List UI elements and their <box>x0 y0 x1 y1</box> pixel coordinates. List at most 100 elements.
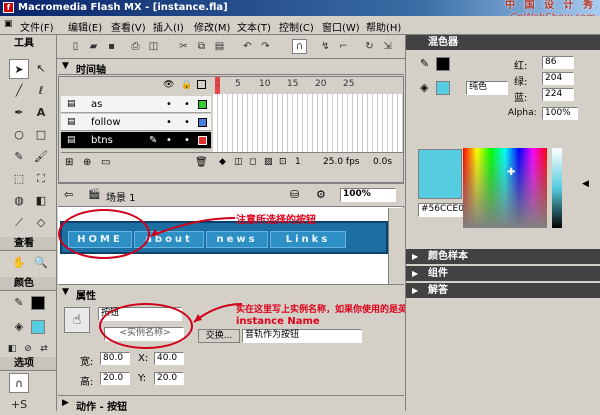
mixer-arrow-icon[interactable]: ◀ <box>582 179 589 189</box>
brush-tool-icon[interactable]: 🖌 <box>31 147 51 167</box>
snap-magnet-icon[interactable]: ∩ <box>292 39 307 54</box>
mixer-fill-swatch[interactable] <box>436 81 450 95</box>
fill-transform-icon[interactable]: ⛶ <box>31 169 51 189</box>
fill-type-select[interactable]: 纯色 <box>466 81 508 95</box>
lock-dot[interactable]: • <box>184 96 190 113</box>
outline-icon[interactable] <box>197 80 206 89</box>
menu-insert[interactable]: 插入(I) <box>153 19 184 34</box>
layer-color[interactable] <box>198 100 207 109</box>
collapse-icon[interactable]: ▼ <box>62 287 69 297</box>
open-folder-icon[interactable]: ▰ <box>86 39 101 54</box>
eyedropper-icon[interactable]: ⟋ <box>9 213 29 233</box>
add-folder-icon[interactable]: ▭ <box>101 157 110 168</box>
layer-row-follow[interactable]: ▤ follow • • <box>61 114 211 131</box>
frame-grid[interactable] <box>213 94 403 152</box>
lock-dot[interactable]: • <box>184 114 190 131</box>
components-panel[interactable]: ▶ 组件 <box>406 266 600 281</box>
edit-multiple-icon[interactable]: ▧ <box>264 157 273 167</box>
snap-option-icon[interactable]: ∩ <box>9 373 29 393</box>
edit-scene-icon[interactable]: ⛁ <box>290 188 299 201</box>
swatches-panel[interactable]: ▶ 颜色样本 <box>406 249 600 264</box>
cut-icon[interactable]: ✂ <box>176 39 191 54</box>
add-layer-icon[interactable]: ⊞ <box>65 157 73 168</box>
smooth-option-icon[interactable]: +S <box>9 395 29 415</box>
straighten-icon[interactable]: ⌐ <box>336 39 351 54</box>
onion-outline-icon[interactable]: ◻ <box>249 157 256 167</box>
brightness-slider[interactable] <box>552 148 562 228</box>
zoom-tool-icon[interactable]: 🔍 <box>31 253 51 273</box>
copy-icon[interactable]: ⧉ <box>194 39 209 54</box>
height-input[interactable]: 20.0 <box>100 372 130 385</box>
collapse-icon[interactable]: ▼ <box>62 61 69 71</box>
y-input[interactable]: 20.0 <box>154 372 184 385</box>
fill-color-icon[interactable]: ◈ <box>9 317 29 337</box>
stroke-color-swatch[interactable] <box>31 296 45 310</box>
hand-tool-icon[interactable]: ✋ <box>9 253 29 273</box>
menu-control[interactable]: 控制(C) <box>279 19 314 34</box>
delete-layer-icon[interactable]: 🗑 <box>195 157 208 168</box>
visible-dot[interactable]: • <box>166 132 172 149</box>
scale-icon[interactable]: ⇲ <box>380 39 395 54</box>
stroke-color-icon[interactable]: ✎ <box>9 293 29 313</box>
menu-file[interactable]: 文件(F) <box>20 19 54 34</box>
ink-bottle-icon[interactable]: ◍ <box>9 191 29 211</box>
menu-text[interactable]: 文本(T) <box>237 19 271 34</box>
answers-panel[interactable]: ▶ 解答 <box>406 283 600 298</box>
color-spectrum[interactable] <box>463 148 547 228</box>
free-transform-icon[interactable]: ⬚ <box>9 169 29 189</box>
x-input[interactable]: 40.0 <box>154 352 184 365</box>
lock-icon[interactable]: 🔒 <box>181 80 192 90</box>
swap-colors-icon[interactable]: ⇄ <box>36 339 52 359</box>
onion-markers-icon[interactable]: ⊡ <box>279 157 287 167</box>
back-arrow-icon[interactable]: ⇦ <box>64 188 73 201</box>
layer-row-as[interactable]: ▤ as • • <box>61 96 211 113</box>
arrow-tool-icon[interactable]: ➤ <box>9 59 29 79</box>
visible-dot[interactable]: • <box>166 114 172 131</box>
rectangle-tool-icon[interactable]: □ <box>31 125 51 145</box>
layer-color[interactable] <box>198 136 207 145</box>
color-mixer-header[interactable]: 混色器 <box>406 35 600 50</box>
blue-input[interactable]: 224 <box>542 88 574 101</box>
menu-window[interactable]: 窗口(W) <box>322 19 360 34</box>
save-icon[interactable]: ▪ <box>104 39 119 54</box>
menu-modify[interactable]: 修改(M) <box>194 19 230 34</box>
add-guide-icon[interactable]: ⊕ <box>83 157 91 168</box>
eye-icon[interactable]: 👁 <box>163 80 174 90</box>
pen-tool-icon[interactable]: ✒ <box>9 103 29 123</box>
visible-dot[interactable]: • <box>166 96 172 113</box>
actions-bar[interactable]: ▶ 动作 - 按钮 <box>58 395 404 413</box>
eraser-icon[interactable]: ◇ <box>31 213 51 233</box>
print-icon[interactable]: ⎙ <box>128 39 143 54</box>
paint-bucket-icon[interactable]: ◧ <box>31 191 51 211</box>
doc-icon[interactable]: ▣ <box>4 19 13 29</box>
rotate-icon[interactable]: ↻ <box>362 39 377 54</box>
fill-color-swatch[interactable] <box>31 320 45 334</box>
paste-icon[interactable]: ▤ <box>212 39 227 54</box>
text-tool-icon[interactable]: A <box>31 103 51 123</box>
hex-input[interactable]: #56CCE0 <box>418 203 464 217</box>
zoom-select[interactable]: 100% <box>340 188 396 202</box>
subselect-tool-icon[interactable]: ↖ <box>31 59 51 79</box>
lasso-tool-icon[interactable]: ℓ <box>31 81 51 101</box>
menu-help[interactable]: 帮助(H) <box>366 19 401 34</box>
print-preview-icon[interactable]: ◫ <box>146 39 161 54</box>
redo-icon[interactable]: ↷ <box>258 39 273 54</box>
width-input[interactable]: 80.0 <box>100 352 130 365</box>
oval-tool-icon[interactable]: ○ <box>9 125 29 145</box>
line-tool-icon[interactable]: ╱ <box>9 81 29 101</box>
center-frame-icon[interactable]: ◆ <box>219 157 226 167</box>
swap-button[interactable]: 交换... <box>198 329 240 343</box>
layer-row-btns[interactable]: ▤ btns ✎ • • <box>61 132 211 149</box>
menu-view[interactable]: 查看(V) <box>111 19 146 34</box>
smooth-icon[interactable]: ↯ <box>318 39 333 54</box>
menu-edit[interactable]: 编辑(E) <box>68 19 102 34</box>
alpha-input[interactable]: 100% <box>542 107 578 120</box>
mixer-stroke-swatch[interactable] <box>436 57 450 71</box>
new-file-icon[interactable]: ▯ <box>68 39 83 54</box>
track-option-select[interactable]: 音轨作为按钮 <box>242 329 362 343</box>
no-color-icon[interactable]: ⊘ <box>20 339 36 359</box>
green-input[interactable]: 204 <box>542 72 574 85</box>
expand-icon[interactable]: ▶ <box>62 398 69 408</box>
undo-icon[interactable]: ↶ <box>240 39 255 54</box>
stage-scrollbar[interactable] <box>388 208 404 284</box>
